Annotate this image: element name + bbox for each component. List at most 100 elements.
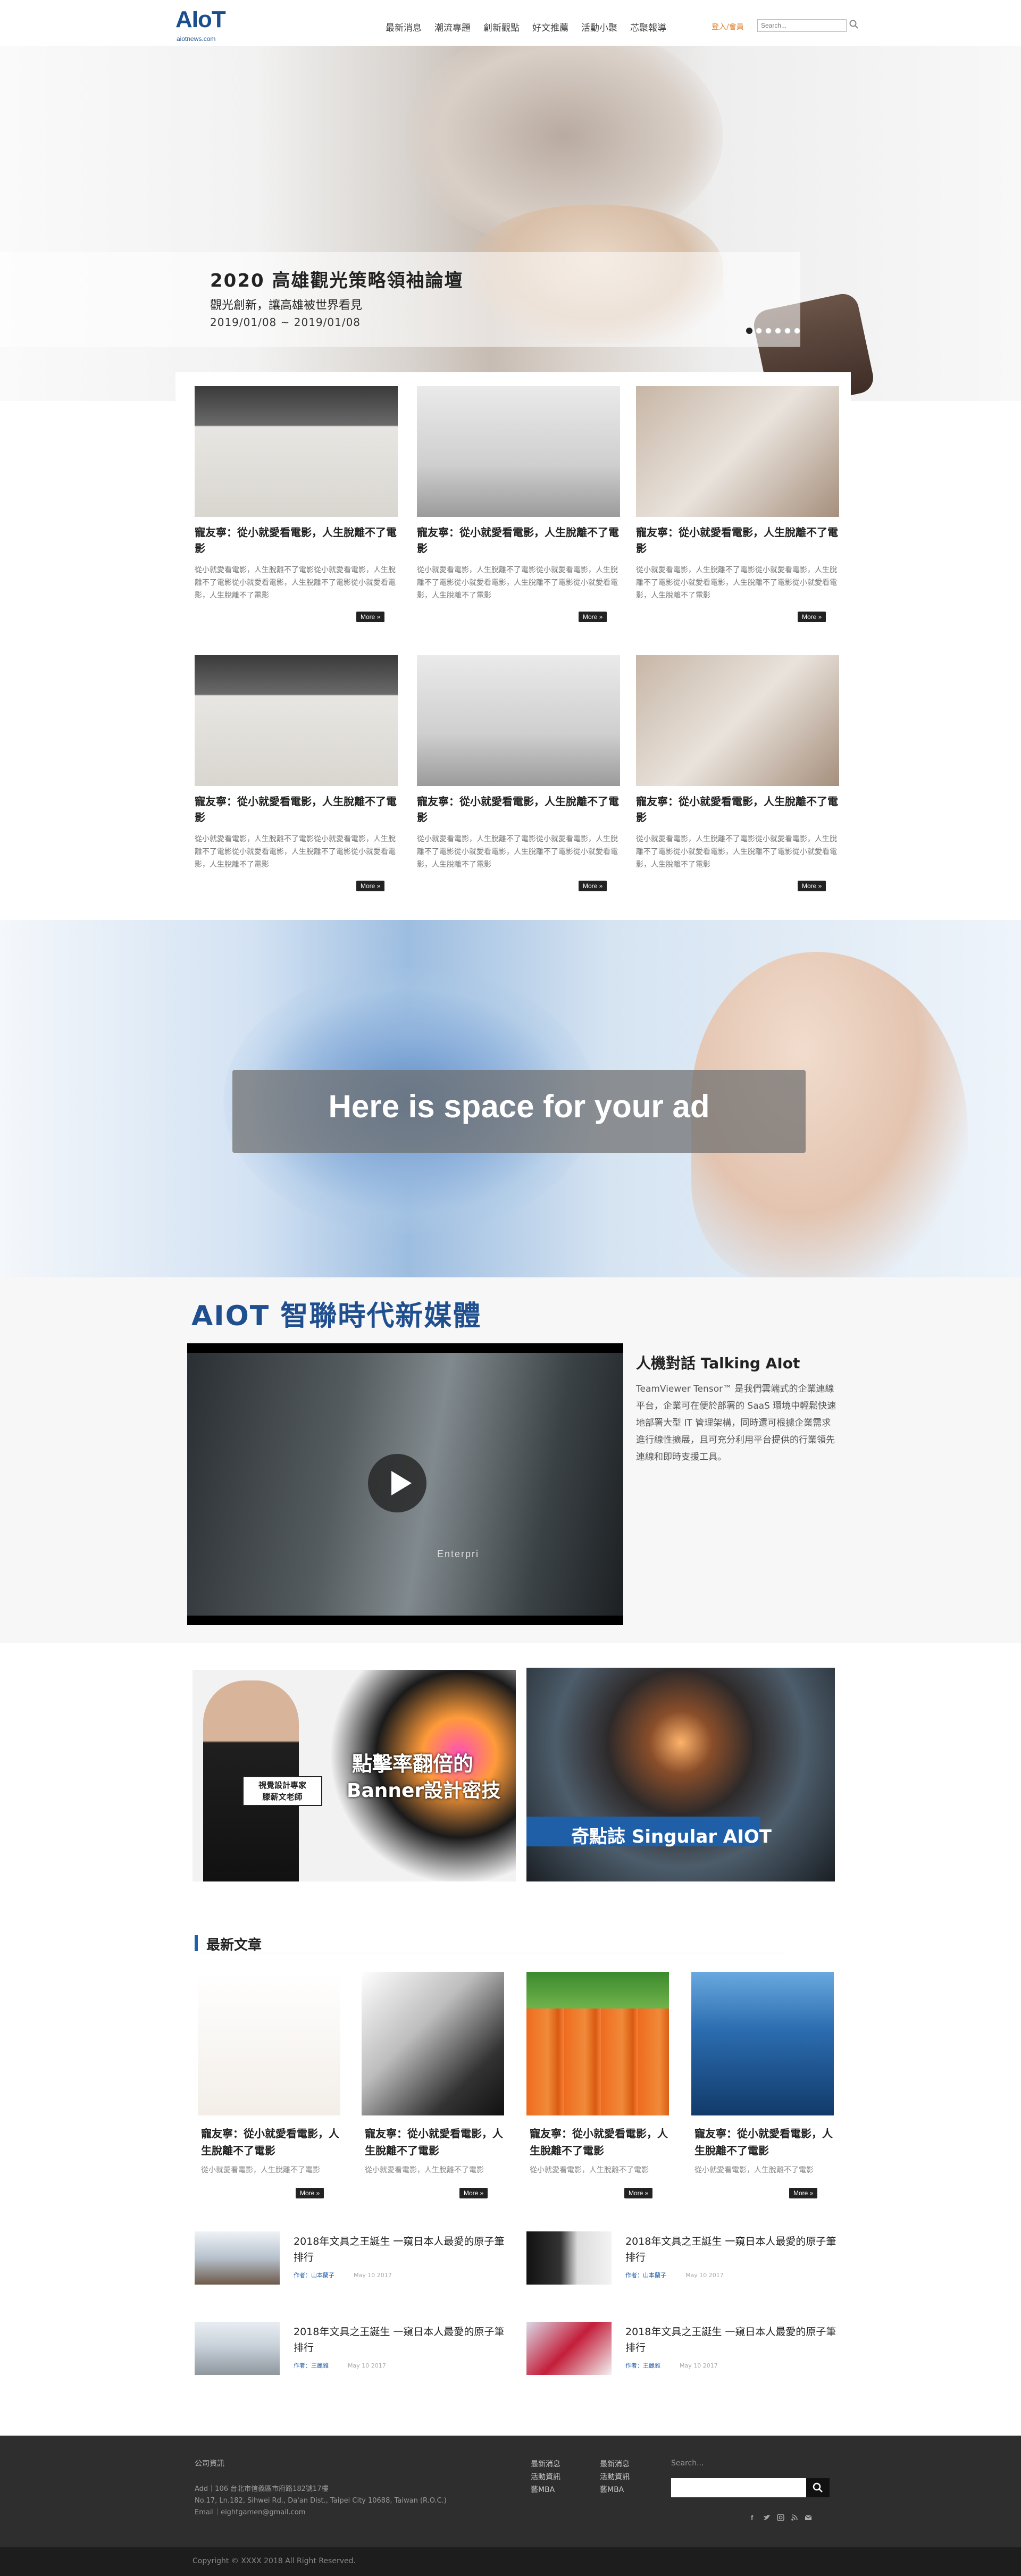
main-nav: 最新消息 潮流專題 創新觀點 好文推薦 活動小聚 芯聚報導	[386, 20, 679, 34]
nav-item-events[interactable]: 活動小聚	[581, 20, 617, 34]
mail-icon[interactable]	[804, 2513, 813, 2522]
latest-excerpt: 從小就愛看電影，人生脫離不了電影	[201, 2166, 320, 2174]
site-footer: 公司資訊 Add｜106 台北市信義區市府路182號17樓 No.17, Ln.…	[0, 2436, 1021, 2547]
search-icon[interactable]	[849, 19, 859, 30]
list-thumbnail[interactable]	[526, 2322, 612, 2375]
site-logo[interactable]: AIoT aiotnews.com	[175, 6, 226, 44]
article-card[interactable]: 寵友寧：從小就愛看電影，人生脫離不了電影 從小就愛看電影，人生脫離不了電影從小就…	[636, 655, 839, 906]
more-button[interactable]: More »	[459, 2188, 488, 2198]
latest-title[interactable]: 寵友寧：從小就愛看電影，人生脫離不了電影	[530, 2125, 669, 2159]
hero-title[interactable]: 2020 高雄觀光策略領袖論壇	[210, 266, 463, 292]
login-link[interactable]: 登入/會員	[712, 21, 744, 32]
play-icon[interactable]	[368, 1454, 426, 1512]
nav-item-news[interactable]: 最新消息	[386, 20, 422, 34]
list-title[interactable]: 2018年文具之王誕生 一窺日本人最愛的原子筆排行	[294, 2234, 512, 2265]
article-image[interactable]	[195, 655, 398, 786]
article-image[interactable]	[636, 386, 839, 517]
article-card[interactable]: 寵友寧：從小就愛看電影，人生脫離不了電影 從小就愛看電影，人生脫離不了電影從小就…	[195, 386, 398, 637]
footer-address-line: Add｜106 台北市信義區市府路182號17樓	[195, 2485, 329, 2493]
list-title[interactable]: 2018年文具之王誕生 一窺日本人最愛的原子筆排行	[625, 2234, 843, 2265]
article-card[interactable]: 寵友寧：從小就愛看電影，人生脫離不了電影 從小就愛看電影，人生脫離不了電影從小就…	[417, 655, 620, 906]
rss-icon[interactable]	[790, 2513, 799, 2522]
slider-dot[interactable]	[746, 328, 752, 334]
nav-item-recommended[interactable]: 好文推薦	[532, 20, 568, 34]
footer-link[interactable]: 最新消息	[600, 2458, 630, 2471]
video-side-text: TeamViewer Tensor™ 是我們雲端式的企業連線平台，企業可在便於部…	[636, 1384, 836, 1462]
latest-title[interactable]: 寵友寧：從小就愛看電影，人生脫離不了電影	[365, 2125, 504, 2159]
nav-item-reports[interactable]: 芯聚報導	[630, 20, 666, 34]
more-button[interactable]: More »	[798, 612, 826, 622]
latest-image[interactable]	[198, 1972, 340, 2115]
footer-search-input[interactable]	[671, 2478, 806, 2497]
more-button[interactable]: More »	[296, 2188, 324, 2198]
latest-image[interactable]	[526, 1972, 669, 2115]
more-button[interactable]: More »	[579, 881, 607, 891]
article-image[interactable]	[195, 386, 398, 517]
latest-image[interactable]	[691, 1972, 834, 2115]
article-card[interactable]: 寵友寧：從小就愛看電影，人生脫離不了電影 從小就愛看電影，人生脫離不了電影從小就…	[195, 655, 398, 906]
article-title[interactable]: 寵友寧：從小就愛看電影，人生脫離不了電影	[417, 524, 619, 556]
promo-banner-singular[interactable]: 奇點誌 Singular AIOT	[526, 1668, 835, 1881]
facebook-icon[interactable]: f	[749, 2513, 757, 2522]
more-button[interactable]: More »	[579, 612, 607, 622]
copyright-bar: Copyright © XXXX 2018 All Right Reserved…	[0, 2547, 1021, 2576]
footer-link[interactable]: 藝MBA	[531, 2483, 560, 2496]
instagram-icon[interactable]	[776, 2513, 785, 2522]
list-meta: 作者：山本蘭子 May 10 2017	[294, 2271, 392, 2279]
article-card[interactable]: 寵友寧：從小就愛看電影，人生脫離不了電影 從小就愛看電影，人生脫離不了電影從小就…	[417, 386, 620, 637]
latest-card[interactable]: 寵友寧：從小就愛看電影，人生脫離不了電影 從小就愛看電影，人生脫離不了電影 Mo…	[691, 1972, 834, 2206]
site-header: AIoT aiotnews.com 最新消息 潮流專題 創新觀點 好文推薦 活動…	[0, 0, 1021, 46]
list-item[interactable]: 2018年文具之王誕生 一窺日本人最愛的原子筆排行 作者：山本蘭子 May 10 …	[526, 2231, 846, 2285]
twitter-icon[interactable]	[763, 2513, 771, 2522]
list-item[interactable]: 2018年文具之王誕生 一窺日本人最愛的原子筆排行 作者：王麗雅 May 10 2…	[526, 2322, 846, 2375]
latest-card[interactable]: 寵友寧：從小就愛看電影，人生脫離不了電影 從小就愛看電影，人生脫離不了電影 Mo…	[362, 1972, 504, 2206]
article-title[interactable]: 寵友寧：從小就愛看電影，人生脫離不了電影	[195, 793, 397, 825]
list-item[interactable]: 2018年文具之王誕生 一窺日本人最愛的原子筆排行 作者：山本蘭子 May 10 …	[195, 2231, 514, 2285]
list-thumbnail[interactable]	[195, 2231, 280, 2285]
nav-item-trends[interactable]: 潮流專題	[434, 20, 471, 34]
article-title[interactable]: 寵友寧：從小就愛看電影，人生脫離不了電影	[636, 793, 838, 825]
article-image[interactable]	[417, 655, 620, 786]
slider-dot[interactable]	[794, 328, 800, 334]
video-side-title[interactable]: 人機對話 Talking AIot	[636, 1352, 800, 1373]
article-card[interactable]: 寵友寧：從小就愛看電影，人生脫離不了電影 從小就愛看電影，人生脫離不了電影從小就…	[636, 386, 839, 637]
latest-card[interactable]: 寵友寧：從小就愛看電影，人生脫離不了電影 從小就愛看電影，人生脫離不了電影 Mo…	[198, 1972, 340, 2206]
footer-link[interactable]: 藝MBA	[600, 2483, 630, 2496]
footer-link[interactable]: 活動資訊	[600, 2471, 630, 2483]
latest-title[interactable]: 寵友寧：從小就愛看電影，人生脫離不了電影	[694, 2125, 834, 2159]
list-item[interactable]: 2018年文具之王誕生 一窺日本人最愛的原子筆排行 作者：王麗雅 May 10 2…	[195, 2322, 514, 2375]
list-thumbnail[interactable]	[195, 2322, 280, 2375]
slider-dot[interactable]	[784, 328, 791, 334]
nav-item-insights[interactable]: 創新觀點	[483, 20, 520, 34]
more-button[interactable]: More »	[789, 2188, 818, 2198]
promo-badge-line: 視覺設計專家	[258, 1780, 306, 1790]
article-title[interactable]: 寵友寧：從小就愛看電影，人生脫離不了電影	[195, 524, 397, 556]
footer-email[interactable]: Email｜eightgamen@gmail.com	[195, 2507, 492, 2519]
footer-search-button[interactable]	[806, 2478, 830, 2497]
latest-image[interactable]	[362, 1972, 504, 2115]
list-title[interactable]: 2018年文具之王誕生 一窺日本人最愛的原子筆排行	[625, 2324, 843, 2356]
latest-card[interactable]: 寵友寧：從小就愛看電影，人生脫離不了電影 從小就愛看電影，人生脫離不了電影 Mo…	[526, 1972, 669, 2206]
promo-banner-design[interactable]: 視覺設計專家 滕薪文老師 點擊率翻倍的 Banner設計密技	[193, 1670, 516, 1881]
list-meta: 作者：王麗雅 May 10 2017	[625, 2361, 718, 2370]
latest-title[interactable]: 寵友寧：從小就愛看電影，人生脫離不了電影	[201, 2125, 340, 2159]
more-button[interactable]: More »	[356, 612, 385, 622]
slider-dot[interactable]	[775, 328, 781, 334]
more-button[interactable]: More »	[356, 881, 385, 891]
ad-banner[interactable]: Here is space for your ad	[0, 920, 1021, 1277]
footer-link[interactable]: 最新消息	[531, 2458, 560, 2471]
slider-dot[interactable]	[765, 328, 772, 334]
footer-link[interactable]: 活動資訊	[531, 2471, 560, 2483]
article-title[interactable]: 寵友寧：從小就愛看電影，人生脫離不了電影	[636, 524, 838, 556]
slider-dot[interactable]	[756, 328, 762, 334]
video-player[interactable]: Enterpri	[187, 1343, 623, 1625]
copyright-text: Copyright © XXXX 2018 All Right Reserved…	[193, 2557, 356, 2565]
list-title[interactable]: 2018年文具之王誕生 一窺日本人最愛的原子筆排行	[294, 2324, 512, 2356]
more-button[interactable]: More »	[798, 881, 826, 891]
article-image[interactable]	[636, 655, 839, 786]
article-image[interactable]	[417, 386, 620, 517]
article-title[interactable]: 寵友寧：從小就愛看電影，人生脫離不了電影	[417, 793, 619, 825]
search-input[interactable]	[757, 19, 847, 32]
list-thumbnail[interactable]	[526, 2231, 612, 2285]
more-button[interactable]: More »	[624, 2188, 653, 2198]
